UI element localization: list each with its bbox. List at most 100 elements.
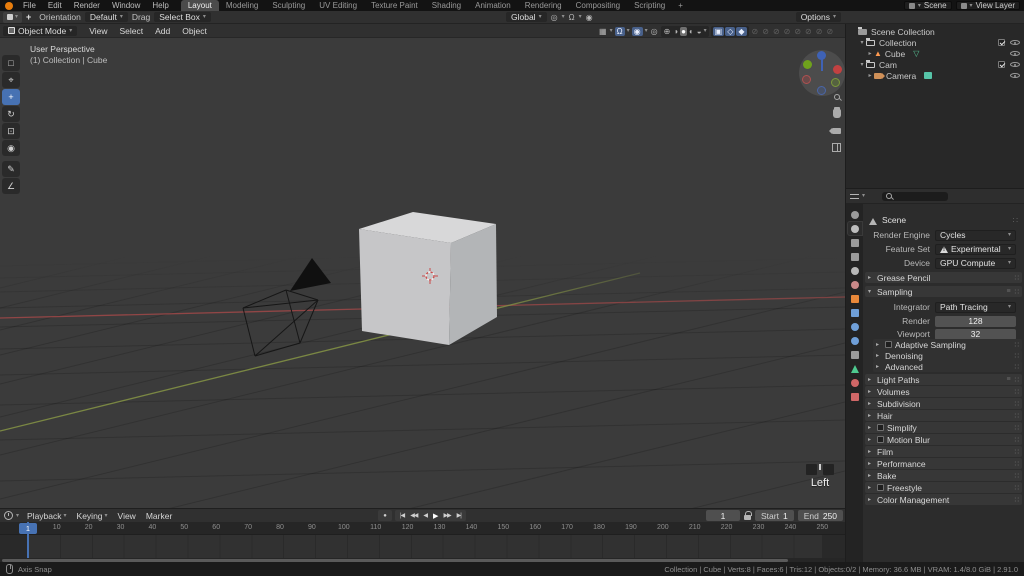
- options-dropdown[interactable]: Options ▾: [796, 12, 841, 22]
- axis-y-negative-handle[interactable]: [831, 78, 840, 87]
- wireframe-mode-icon[interactable]: ◇: [725, 27, 735, 36]
- outliner-row-scene-collection[interactable]: Scene Collection: [846, 26, 1024, 37]
- outliner-row-cube[interactable]: ▸▲Cube▽: [846, 48, 1024, 59]
- workspace-tab-uv-editing[interactable]: UV Editing: [312, 0, 364, 11]
- current-frame-field[interactable]: 1: [706, 510, 740, 521]
- previous-keyframe-button[interactable]: ◀◀: [407, 512, 420, 519]
- workspace-tab-scripting[interactable]: Scripting: [627, 0, 672, 11]
- panel-header-motion-blur[interactable]: ▸Motion Blur∷: [865, 434, 1022, 445]
- pan-button[interactable]: [830, 107, 843, 120]
- panel-header-subdivision[interactable]: ▸Subdivision∷: [865, 398, 1022, 409]
- cursor-tool-button[interactable]: ⌖: [2, 72, 20, 88]
- properties-search-input[interactable]: [882, 192, 948, 201]
- play-reverse-button[interactable]: ◀: [420, 512, 430, 519]
- exclude-checkbox[interactable]: [998, 61, 1005, 68]
- transform-orientation-dropdown[interactable]: Global ▾: [506, 12, 547, 22]
- material-shading-icon[interactable]: ◐: [688, 27, 695, 36]
- filter-a-icon[interactable]: ⊘: [793, 27, 802, 36]
- axis-y-positive-handle[interactable]: [803, 60, 812, 69]
- panel-header-sampling[interactable]: ▾Sampling≡∷: [865, 286, 1022, 297]
- expand-arrow-icon[interactable]: ▾: [858, 39, 866, 46]
- workspace-tab-rendering[interactable]: Rendering: [518, 0, 569, 11]
- hide-in-viewport-eye-icon[interactable]: [1010, 60, 1020, 69]
- viewport-menu-select[interactable]: Select: [114, 26, 150, 36]
- panel-header-denoising[interactable]: ▸Denoising∷: [873, 350, 1022, 361]
- playhead-frame-badge[interactable]: 1: [19, 523, 37, 534]
- perspective-toggle-button[interactable]: [830, 141, 843, 154]
- transform-tool-button[interactable]: ◉: [2, 140, 20, 156]
- hide-viewport-icon[interactable]: ⊘: [772, 27, 781, 36]
- timeline-menu-marker[interactable]: Marker: [141, 511, 177, 521]
- preset-menu-icon[interactable]: ≡: [1006, 288, 1010, 295]
- outliner-row-camera[interactable]: ▸Camera: [846, 70, 1024, 81]
- mode-dropdown[interactable]: Object Mode ▾: [3, 26, 77, 36]
- scene-selector[interactable]: ▾ Scene: [904, 1, 952, 10]
- panel-header-light-paths[interactable]: ▸Light Paths≡∷: [865, 374, 1022, 385]
- workspace-tab-layout[interactable]: Layout: [181, 0, 219, 11]
- jump-to-start-button[interactable]: |◀: [397, 512, 407, 519]
- workspace-tab-texture-paint[interactable]: Texture Paint: [364, 0, 425, 11]
- viewport-3d[interactable]: User Perspective (1) Collection | Cube □…: [0, 38, 845, 508]
- preset-menu-icon[interactable]: ≡: [1006, 376, 1010, 383]
- timeline-menu-playback[interactable]: Playback▾: [22, 511, 72, 521]
- drag-dropdown[interactable]: Select Box ▾: [154, 12, 211, 22]
- zoom-button[interactable]: [830, 90, 843, 103]
- tab-render[interactable]: [848, 222, 862, 235]
- workspace-tab-modeling[interactable]: Modeling: [219, 0, 265, 11]
- render-preview-icon[interactable]: ◆: [736, 27, 746, 36]
- rotate-tool-button[interactable]: ↻: [2, 106, 20, 122]
- record-button[interactable]: ●: [378, 510, 392, 521]
- viewport-menu-view[interactable]: View: [83, 26, 113, 36]
- pivot-point-icon[interactable]: ◎: [650, 27, 659, 36]
- move-tool-button[interactable]: +: [2, 89, 20, 105]
- hide-in-viewport-eye-icon[interactable]: [1010, 38, 1020, 47]
- hide-select-icon[interactable]: ⊘: [761, 27, 770, 36]
- panel-header-simplify[interactable]: ▸Simplify∷: [865, 422, 1022, 433]
- tab-particles[interactable]: [848, 320, 862, 333]
- filter-d-icon[interactable]: ⊘: [825, 27, 834, 36]
- axis-z-negative-handle[interactable]: [817, 86, 826, 95]
- panel-header-bake[interactable]: ▸Bake∷: [865, 470, 1022, 481]
- panel-checkbox[interactable]: [885, 341, 892, 348]
- end-frame-field[interactable]: End 250: [798, 510, 843, 521]
- hide-in-viewport-eye-icon[interactable]: [1010, 49, 1020, 58]
- next-keyframe-button[interactable]: ▶▶: [440, 512, 453, 519]
- add-workspace-button[interactable]: +: [672, 1, 689, 10]
- panel-header-hair[interactable]: ▸Hair∷: [865, 410, 1022, 421]
- hide-in-viewport-eye-icon[interactable]: [1010, 71, 1020, 80]
- tab-world[interactable]: [848, 278, 862, 291]
- lock-icon[interactable]: [744, 515, 751, 520]
- timeline-ruler[interactable]: 1020304050607080901001101201301401501601…: [0, 522, 845, 535]
- tab-scene[interactable]: [848, 264, 862, 277]
- select-box-tool-button[interactable]: □: [2, 55, 20, 71]
- menu-file[interactable]: File: [17, 1, 42, 10]
- filter-c-icon[interactable]: ⊘: [815, 27, 824, 36]
- panel-header-advanced[interactable]: ▸Advanced∷: [873, 361, 1022, 372]
- tab-tool[interactable]: [848, 208, 862, 221]
- panel-header-color-management[interactable]: ▸Color Management∷: [865, 494, 1022, 505]
- proportional-editing-icon[interactable]: ◉: [632, 27, 643, 36]
- integrator-dropdown[interactable]: Path Tracing▾: [935, 302, 1016, 313]
- tab-texture[interactable]: [848, 390, 862, 403]
- xray-toggle-icon[interactable]: ▣: [713, 27, 725, 36]
- menu-window[interactable]: Window: [106, 1, 146, 10]
- viewport-menu-object[interactable]: Object: [176, 26, 213, 36]
- filter-b-icon[interactable]: ⊘: [804, 27, 813, 36]
- workspace-tab-shading[interactable]: Shading: [425, 0, 468, 11]
- exclude-checkbox[interactable]: [998, 39, 1005, 46]
- expand-arrow-icon[interactable]: ▸: [866, 72, 874, 79]
- play-button[interactable]: ▶: [430, 512, 440, 520]
- workspace-tab-sculpting[interactable]: Sculpting: [265, 0, 312, 11]
- annotate-tool-button[interactable]: ✎: [2, 161, 20, 177]
- hide-collection-icon[interactable]: ⊘: [751, 27, 760, 36]
- expand-arrow-icon[interactable]: ▾: [858, 61, 866, 68]
- workspace-tab-animation[interactable]: Animation: [468, 0, 518, 11]
- proportional-editing-icon[interactable]: ◉: [585, 13, 594, 22]
- outliner-row-collection[interactable]: ▾Collection: [846, 37, 1024, 48]
- axis-z-positive-handle[interactable]: [817, 51, 826, 60]
- orientation-dropdown[interactable]: Default ▾: [85, 12, 128, 22]
- camera-view-button[interactable]: [830, 124, 843, 137]
- panel-checkbox[interactable]: [877, 424, 884, 431]
- tab-view-layer[interactable]: [848, 250, 862, 263]
- camera-data-icon[interactable]: [924, 72, 932, 79]
